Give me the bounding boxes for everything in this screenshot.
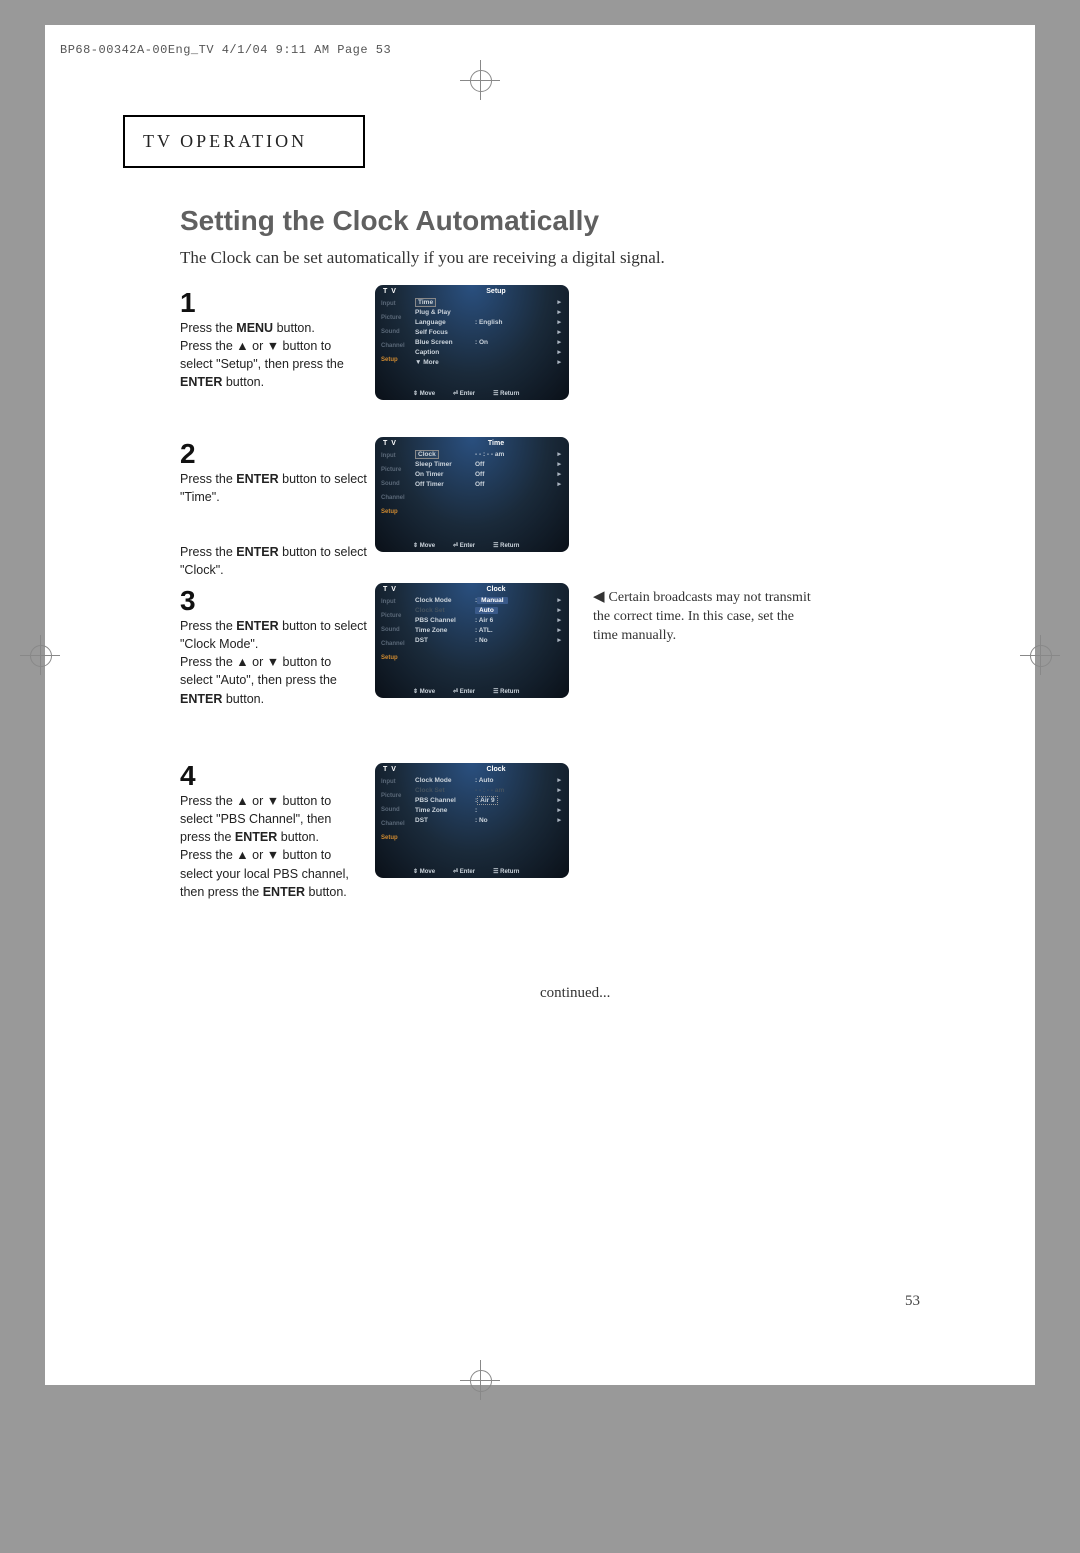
tv-screenshot-clock-mode: T V Clock InputPictureSoundChannelSetup … (375, 583, 569, 698)
tv-side-item: Sound (375, 477, 413, 491)
tv-content: Clock - - : - - am ▸ Sleep Timer Off ▸ O… (413, 447, 569, 537)
tv-menu-row: ▼ More ▸ (415, 357, 561, 367)
tv-menu-title: Clock (441, 586, 569, 593)
page-subtitle: The Clock can be set automatically if yo… (180, 248, 665, 268)
crop-mark-icon (460, 60, 500, 100)
tv-menu-row: Off Timer Off ▸ (415, 479, 561, 489)
tv-menu-row: Sleep Timer Off ▸ (415, 459, 561, 469)
tv-sidebar: InputPictureSoundChannelSetup (375, 593, 413, 683)
section-label-box: TV OPERATION (123, 115, 365, 168)
tv-menu-row: Clock Mode : Auto ▸ (415, 775, 561, 785)
tv-content: Clock Mode : Auto ▸ Clock Set - - : - - … (413, 773, 569, 863)
tv-footer: ⇕ Move ⏎ Enter ☰ Return (413, 542, 561, 549)
tv-menu-row: Caption ▸ (415, 347, 561, 357)
section-label: TV OPERATION (143, 131, 307, 151)
tv-menu-row: DST : No ▸ (415, 635, 561, 645)
tv-sidebar: InputPictureSoundChannelSetup (375, 447, 413, 537)
side-note-text: Certain broadcasts may not transmit the … (593, 590, 811, 643)
tv-side-item: Setup (375, 353, 413, 367)
tv-menu-title: Time (441, 440, 569, 447)
tv-side-item: Channel (375, 817, 413, 831)
tv-menu-row: On Timer Off ▸ (415, 469, 561, 479)
tv-side-item: Picture (375, 463, 413, 477)
tv-screenshot-time: T V Time InputPictureSoundChannelSetup C… (375, 437, 569, 552)
tv-menu-row: Language : English ▸ (415, 317, 561, 327)
page-number: 53 (905, 1293, 920, 1310)
tv-sidebar: InputPictureSoundChannelSetup (375, 295, 413, 385)
tv-content: Time ▸ Plug & Play ▸ Language : English … (413, 295, 569, 385)
tv-side-item: Input (375, 449, 413, 463)
tv-footer: ⇕ Move ⏎ Enter ☰ Return (413, 688, 561, 695)
tv-sidebar: InputPictureSoundChannelSetup (375, 773, 413, 863)
tv-menu-row: Clock Set - - : - - am ▸ (415, 785, 561, 795)
tv-side-item: Channel (375, 637, 413, 651)
tv-screenshot-pbs-channel: T V Clock InputPictureSoundChannelSetup … (375, 763, 569, 878)
tv-corner-label: T V (375, 586, 441, 593)
tv-corner-label: T V (375, 766, 441, 773)
tv-side-item: Setup (375, 831, 413, 845)
tv-side-item: Setup (375, 651, 413, 665)
tv-content: Clock Mode : Manual ▸ Clock Set Auto ▸ P… (413, 593, 569, 683)
tv-side-item: Input (375, 775, 413, 789)
tv-corner-label: T V (375, 440, 441, 447)
tv-menu-row: Clock - - : - - am ▸ (415, 449, 561, 459)
print-header: BP68-00342A-00Eng_TV 4/1/04 9:11 AM Page… (60, 43, 391, 57)
tv-side-item: Setup (375, 505, 413, 519)
tv-side-item: Input (375, 297, 413, 311)
tv-menu-row: Time ▸ (415, 297, 561, 307)
tv-side-item: Channel (375, 491, 413, 505)
tv-screenshot-setup: T V Setup InputPictureSoundChannelSetup … (375, 285, 569, 400)
tv-menu-row: Clock Mode : Manual ▸ (415, 595, 561, 605)
continued-label: continued... (540, 985, 610, 1002)
tv-menu-row: Blue Screen : On ▸ (415, 337, 561, 347)
tv-menu-row: Time Zone : ATL. ▸ (415, 625, 561, 635)
tv-menu-row: PBS Channel : Air 9 ▸ (415, 795, 561, 805)
tv-menu-row: Clock Set Auto ▸ (415, 605, 561, 615)
crop-mark-icon (1020, 635, 1060, 675)
tv-menu-title: Clock (441, 766, 569, 773)
tv-side-item: Sound (375, 623, 413, 637)
tv-side-item: Sound (375, 325, 413, 339)
tv-side-item: Channel (375, 339, 413, 353)
page-title: Setting the Clock Automatically (180, 205, 599, 237)
tv-menu-row: Self Focus ▸ (415, 327, 561, 337)
crop-mark-icon (20, 635, 60, 675)
tv-side-item: Picture (375, 609, 413, 623)
tv-menu-row: DST : No ▸ (415, 815, 561, 825)
tv-side-item: Picture (375, 789, 413, 803)
tv-menu-row: Plug & Play ▸ (415, 307, 561, 317)
tv-side-item: Picture (375, 311, 413, 325)
tv-side-item: Sound (375, 803, 413, 817)
side-note: ◀Certain broadcasts may not transmit the… (593, 587, 818, 646)
tv-footer: ⇕ Move ⏎ Enter ☰ Return (413, 390, 561, 397)
tv-corner-label: T V (375, 288, 441, 295)
tv-side-item: Input (375, 595, 413, 609)
tv-menu-row: PBS Channel : Air 6 ▸ (415, 615, 561, 625)
tv-menu-row: Time Zone : ▸ (415, 805, 561, 815)
tv-footer: ⇕ Move ⏎ Enter ☰ Return (413, 868, 561, 875)
tv-menu-title: Setup (441, 288, 569, 295)
note-arrow-icon: ◀ (593, 589, 605, 605)
crop-mark-icon (460, 1360, 500, 1400)
